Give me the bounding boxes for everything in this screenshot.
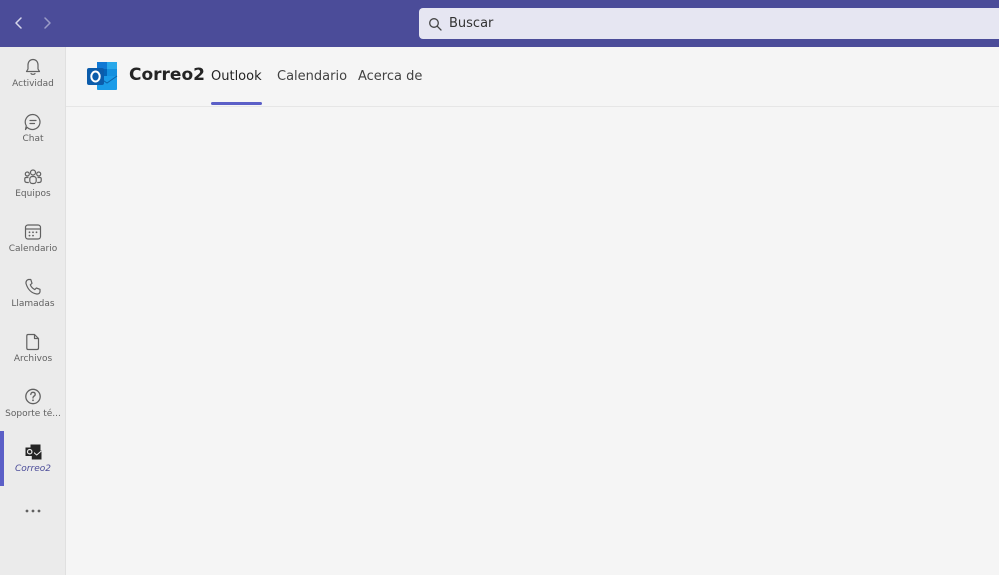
- search-box[interactable]: Buscar: [419, 8, 999, 39]
- tab-outlook[interactable]: Outlook: [211, 69, 262, 84]
- forward-button[interactable]: [36, 12, 58, 34]
- help-icon: [25, 388, 41, 405]
- chevron-left-icon: [15, 17, 22, 29]
- active-tab-indicator: [211, 102, 262, 105]
- app-rail: Actividad Chat Equipos Calendario Llamad…: [0, 47, 66, 575]
- back-button[interactable]: [8, 12, 30, 34]
- rail-item-equipos[interactable]: Equipos: [0, 157, 66, 211]
- more-horizontal-icon: [25, 509, 41, 513]
- outlook-app-icon: [25, 444, 42, 460]
- search-icon: [429, 17, 442, 31]
- rail-item-archivos[interactable]: Archivos: [0, 322, 66, 376]
- rail-item-calendario[interactable]: Calendario: [0, 212, 66, 266]
- rail-label: Archivos: [13, 354, 53, 364]
- rail-label: Actividad: [12, 79, 54, 89]
- rail-label: Chat: [22, 134, 44, 144]
- rail-label: Correo2: [15, 464, 51, 474]
- teams-icon: [24, 169, 42, 185]
- rail-label: Soporte té...: [5, 409, 61, 419]
- outlook-logo-icon: [87, 62, 118, 90]
- chat-icon: [24, 113, 41, 131]
- rail-item-correo2[interactable]: Correo2: [0, 432, 66, 486]
- more-apps-button[interactable]: [0, 499, 66, 523]
- search-input[interactable]: Buscar: [449, 16, 493, 31]
- rail-label: Llamadas: [11, 299, 55, 309]
- chevron-right-icon: [44, 17, 51, 29]
- rail-item-chat[interactable]: Chat: [0, 102, 66, 156]
- rail-label: Calendario: [8, 244, 58, 254]
- tab-calendario[interactable]: Calendario: [277, 69, 347, 84]
- rail-item-soporte[interactable]: Soporte té...: [0, 377, 66, 431]
- file-icon: [26, 333, 40, 351]
- rail-item-actividad[interactable]: Actividad: [0, 47, 66, 101]
- bell-icon: [25, 58, 41, 75]
- app-header: Correo2 Outlook Calendario Acerca de: [66, 47, 999, 107]
- app-content: [66, 107, 999, 575]
- phone-icon: [25, 278, 41, 295]
- app-title: Correo2: [129, 65, 205, 85]
- tab-acerca-de[interactable]: Acerca de: [358, 69, 422, 84]
- rail-label: Equipos: [15, 189, 51, 199]
- rail-item-llamadas[interactable]: Llamadas: [0, 267, 66, 321]
- calendar-icon: [24, 224, 42, 240]
- title-bar: Buscar: [0, 0, 999, 47]
